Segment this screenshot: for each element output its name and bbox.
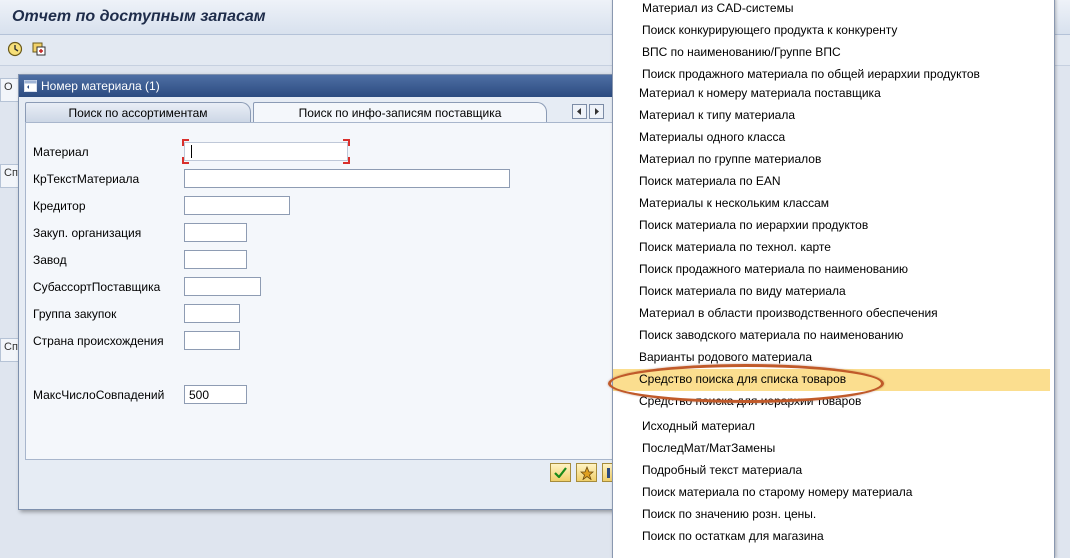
tab-scroll-left-icon[interactable] — [572, 104, 587, 119]
vendor-subrange-input[interactable] — [184, 277, 261, 296]
execute-icon[interactable] — [6, 40, 24, 58]
dropdown-item[interactable]: Поиск заводского материала по наименован… — [613, 325, 1054, 347]
country-of-origin-input[interactable] — [184, 331, 240, 350]
dropdown-item[interactable]: ВПС по наименованию/Группе ВПС — [613, 42, 1054, 64]
max-hits-label: МаксЧислоСовпадений — [33, 388, 165, 402]
dropdown-item[interactable]: Поиск материала по виду материала — [613, 281, 1054, 303]
vendor-input[interactable] — [184, 196, 290, 215]
dropdown-item[interactable]: Поиск материала по EAN — [613, 171, 1054, 193]
dropdown-item[interactable]: Поиск материала по технол. карте — [613, 237, 1054, 259]
max-hits-input[interactable] — [184, 385, 247, 404]
focus-corner-mark — [343, 157, 350, 164]
short-text-label: КрТекстМатериала — [33, 172, 140, 186]
country-of-origin-label: Страна происхождения — [33, 334, 164, 348]
search-form: Материал КрТекстМатериала Кредитор Закуп… — [25, 122, 615, 460]
focus-corner-mark — [182, 157, 189, 164]
dialog-window-icon — [24, 80, 37, 95]
purch-group-input[interactable] — [184, 304, 240, 323]
short-text-input[interactable] — [184, 169, 510, 188]
dropdown-item[interactable]: Средство поиска для иерархии товаров — [613, 391, 1054, 413]
dropdown-item[interactable]: Поиск материала по старому номеру матери… — [613, 482, 1054, 504]
dropdown-item[interactable]: Материал к типу материала — [613, 105, 1054, 127]
vendor-subrange-label: СубассортПоставщика — [33, 280, 161, 294]
tab-scroll-right-icon[interactable] — [589, 104, 604, 119]
background-fragment: Сп — [0, 164, 20, 188]
dropdown-item[interactable]: Варианты родового материала — [613, 347, 1054, 369]
plant-input[interactable] — [184, 250, 247, 269]
dropdown-item[interactable]: Материал из CAD-системы — [613, 0, 1054, 20]
start-search-icon[interactable] — [576, 463, 597, 482]
dropdown-item[interactable]: Исходный материал — [613, 416, 1054, 438]
dropdown-item[interactable]: Поиск материала по иерархии продуктов — [613, 215, 1054, 237]
dropdown-item[interactable]: Поиск продажного материала по наименован… — [613, 259, 1054, 281]
dialog-title: Номер материала (1) — [41, 79, 160, 93]
dialog-title-bar: Номер материала (1) — [19, 75, 619, 97]
dropdown-item[interactable]: Подробный текст материала — [613, 460, 1054, 482]
tab-label: Поиск по инфо-записям поставщика — [298, 106, 502, 120]
material-input[interactable] — [184, 142, 348, 161]
dropdown-item[interactable]: Материалы к нескольким классам — [613, 193, 1054, 215]
dropdown-item[interactable]: Поиск по остаткам для магазина — [613, 526, 1054, 548]
dropdown-item[interactable]: Материалы одного класса — [613, 127, 1054, 149]
text-cursor — [191, 145, 192, 158]
tab-strip: Поиск по ассортиментам Поиск по инфо-зап… — [19, 99, 619, 123]
dropdown-item[interactable]: Материал в области производственного обе… — [613, 303, 1054, 325]
material-label: Материал — [33, 145, 89, 159]
dropdown-item[interactable]: Материал к номеру материала поставщика — [613, 83, 1054, 105]
dropdown-item[interactable]: ПоследМат/МатЗамены — [613, 438, 1054, 460]
background-fragment: О — [0, 78, 20, 102]
vendor-label: Кредитор — [33, 199, 86, 213]
continue-checkmark-icon[interactable] — [550, 463, 571, 482]
dropdown-item[interactable]: Поиск по значению розн. цены. — [613, 504, 1054, 526]
tab-assortment-search[interactable]: Поиск по ассортиментам — [25, 102, 251, 122]
material-number-dialog: Номер материала (1) Поиск по ассортимент… — [18, 74, 620, 510]
focus-corner-mark — [343, 139, 350, 146]
focus-corner-mark — [182, 139, 189, 146]
purch-group-label: Группа закупок — [33, 307, 117, 321]
plant-label: Завод — [33, 253, 67, 267]
background-fragment: Сп — [0, 338, 20, 362]
dropdown-item[interactable]: Поиск конкурирующего продукта к конкурен… — [613, 20, 1054, 42]
purch-org-label: Закуп. организация — [33, 226, 142, 240]
search-help-dropdown: Материал из CAD-системы Поиск конкурирую… — [612, 0, 1055, 558]
window-title: Отчет по доступным запасам — [12, 8, 266, 25]
dropdown-item[interactable]: Материал по группе материалов — [613, 149, 1054, 171]
get-variant-icon[interactable] — [30, 40, 48, 58]
tab-label: Поиск по ассортиментам — [68, 106, 208, 120]
purch-org-input[interactable] — [184, 223, 247, 242]
tab-vendor-info-record-search[interactable]: Поиск по инфо-записям поставщика — [253, 102, 547, 122]
dropdown-item-selected[interactable]: Средство поиска для списка товаров — [613, 369, 1050, 391]
